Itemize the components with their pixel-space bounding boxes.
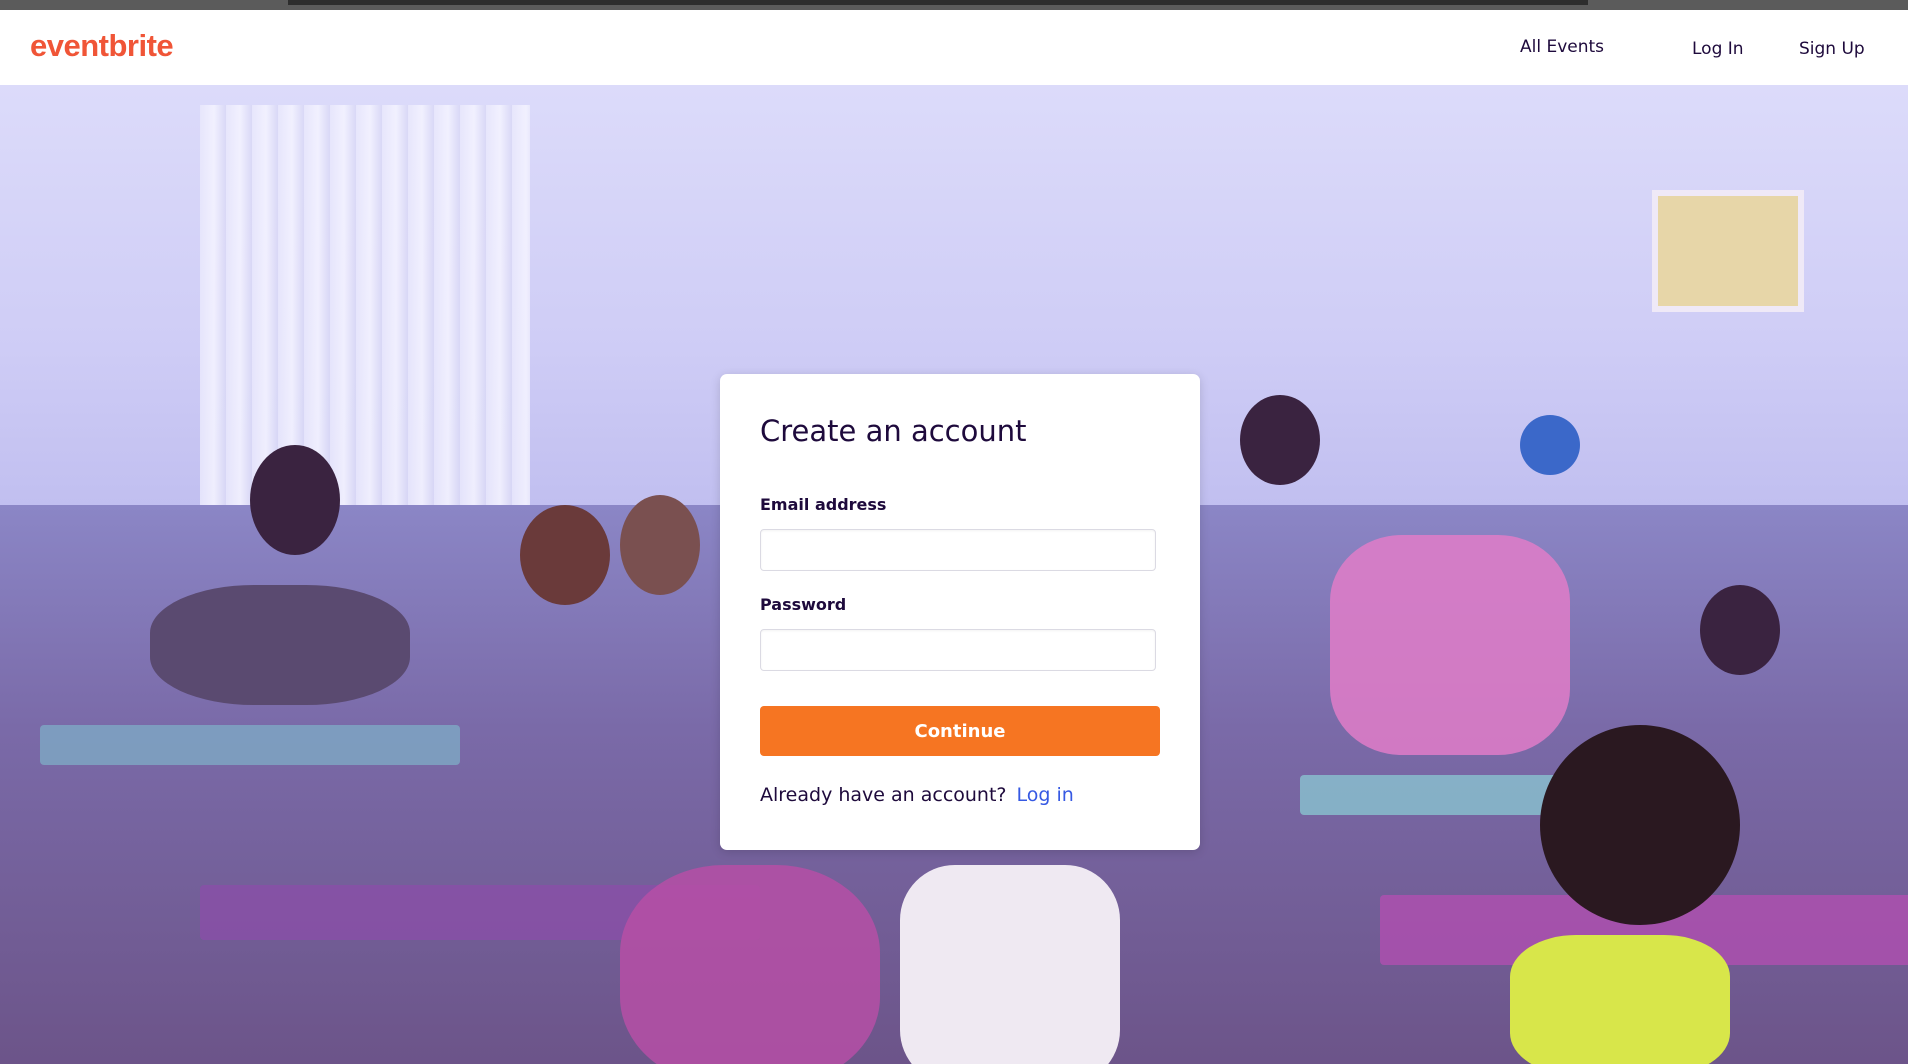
nav-log-in[interactable]: Log In bbox=[1692, 39, 1744, 59]
person-silhouette bbox=[900, 865, 1120, 1064]
yoga-mat bbox=[40, 725, 460, 765]
person-silhouette bbox=[520, 505, 610, 605]
person-silhouette bbox=[620, 865, 880, 1064]
eventbrite-logo[interactable]: eventbrite bbox=[30, 28, 174, 64]
card-title: Create an account bbox=[760, 414, 1027, 448]
continue-button[interactable]: Continue bbox=[760, 706, 1160, 756]
nav-all-events[interactable]: All Events bbox=[1520, 37, 1604, 57]
password-field[interactable] bbox=[760, 629, 1156, 671]
signup-card: Create an account Email address Password… bbox=[720, 374, 1200, 850]
password-label: Password bbox=[760, 595, 847, 614]
background-window bbox=[1652, 190, 1804, 312]
person-silhouette bbox=[1510, 935, 1730, 1064]
browser-top-strip bbox=[0, 0, 1908, 10]
person-silhouette bbox=[1700, 585, 1780, 675]
person-silhouette bbox=[1330, 535, 1570, 755]
email-field[interactable] bbox=[760, 529, 1156, 571]
person-silhouette bbox=[620, 495, 700, 595]
nav-sign-up[interactable]: Sign Up bbox=[1799, 39, 1865, 59]
person-silhouette bbox=[1540, 725, 1740, 925]
site-header: eventbrite All Events Log In Sign Up bbox=[0, 10, 1908, 85]
yoga-mat bbox=[1300, 775, 1580, 815]
person-silhouette bbox=[1520, 415, 1580, 475]
already-have-account-text: Already have an account? bbox=[760, 784, 1007, 806]
log-in-link[interactable]: Log in bbox=[1017, 784, 1074, 806]
email-label: Email address bbox=[760, 495, 887, 514]
login-prompt: Already have an account? Log in bbox=[760, 784, 1074, 806]
person-silhouette bbox=[250, 445, 340, 555]
person-silhouette bbox=[150, 585, 410, 705]
background-curtain bbox=[200, 105, 530, 505]
browser-top-strip-inner bbox=[288, 0, 1588, 5]
person-silhouette bbox=[1240, 395, 1320, 485]
